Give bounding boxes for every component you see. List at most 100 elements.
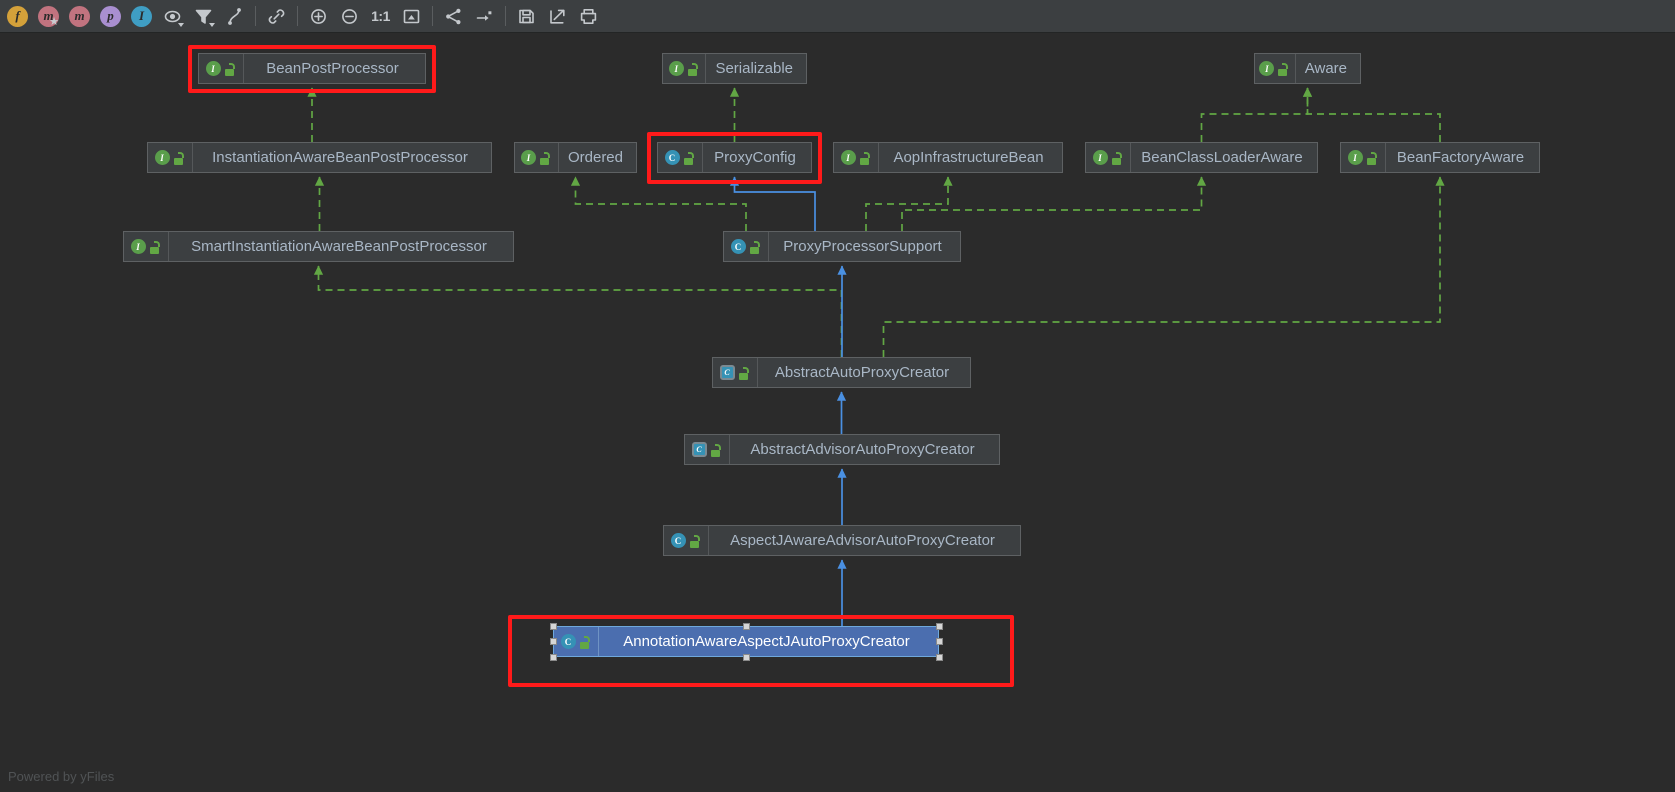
edge-implements-AbstractAutoProxyCreator-to-SmartInstantiationAwareBeanPostProcessor[interactable] xyxy=(313,265,843,357)
fit-content-icon[interactable] xyxy=(396,1,427,32)
resize-handle-nw[interactable] xyxy=(549,622,557,630)
edge-implements-ProxyProcessorSupport-to-BeanClassLoaderAware[interactable] xyxy=(901,176,1207,231)
chevron-down-icon xyxy=(209,22,215,27)
node-label: AspectJAwareAdvisorAutoProxyCreator xyxy=(730,532,995,549)
node-icon-gutter: I xyxy=(1255,54,1296,83)
zoom-out-icon[interactable] xyxy=(334,1,365,32)
interface-icon: I xyxy=(1347,150,1363,165)
visibility-scope-icon[interactable] xyxy=(157,1,188,32)
uml-node-Serializable[interactable]: I Serializable xyxy=(662,53,807,84)
edge-implements-BeanFactoryAware-to-Aware[interactable] xyxy=(1302,87,1441,142)
uml-node-BeanPostProcessor[interactable]: I BeanPostProcessor xyxy=(198,53,426,84)
actual-size-icon[interactable]: 1:1 xyxy=(365,1,396,32)
node-label: AnnotationAwareAspectJAutoProxyCreator xyxy=(623,633,910,650)
zoom-in-icon[interactable] xyxy=(303,1,334,32)
public-visibility-icon xyxy=(683,151,696,165)
uml-node-AopInfrastructureBean[interactable]: I AopInfrastructureBean xyxy=(833,142,1063,173)
uml-node-AnnotationAwareAspectJAutoProxyCreator[interactable]: C AnnotationAwareAspectJAutoProxyCreator xyxy=(553,626,939,657)
resize-handle-se[interactable] xyxy=(935,653,943,661)
node-label: BeanPostProcessor xyxy=(266,60,399,77)
diagram-canvas[interactable]: I BeanPostProcessor I Serializable I Aware I In… xyxy=(0,33,1675,792)
edge-implements-ProxyProcessorSupport-to-AopInfrastructureBean[interactable] xyxy=(865,176,953,231)
node-icon-gutter: C xyxy=(664,526,709,555)
star-badge-icon: ★ xyxy=(49,15,59,28)
layout-tree-icon[interactable] xyxy=(438,1,469,32)
uml-node-AbstractAutoProxyCreator[interactable]: C AbstractAutoProxyCreator xyxy=(712,357,971,388)
properties-filter-icon[interactable]: p xyxy=(95,1,126,32)
export-diagram-icon[interactable] xyxy=(542,1,573,32)
class-icon: C xyxy=(670,533,686,548)
resize-handle-e[interactable] xyxy=(935,638,943,645)
node-icon-gutter: C xyxy=(724,232,769,261)
resize-handle-s[interactable] xyxy=(742,653,750,661)
public-visibility-icon xyxy=(539,151,552,165)
node-label: AbstractAdvisorAutoProxyCreator xyxy=(750,441,975,458)
uml-node-InstantiationAwareBeanPostProcessor[interactable]: I InstantiationAwareBeanPostProcessor xyxy=(147,142,492,173)
export-diagram-icon-glyph xyxy=(550,9,565,24)
node-icon-gutter: I xyxy=(148,143,193,172)
interface-icon: I xyxy=(130,239,146,254)
uml-node-Aware[interactable]: I Aware xyxy=(1254,53,1361,84)
jump-to-node-icon[interactable] xyxy=(469,1,500,32)
node-icon-gutter: I xyxy=(124,232,169,261)
uml-node-ProxyConfig[interactable]: C ProxyConfig xyxy=(657,142,812,173)
node-label: BeanFactoryAware xyxy=(1396,149,1525,166)
public-visibility-icon xyxy=(1277,62,1290,76)
node-icon-gutter: I xyxy=(834,143,879,172)
edge-implements-BeanClassLoaderAware-to-Aware[interactable] xyxy=(1200,87,1313,142)
resize-handle-w[interactable] xyxy=(549,638,557,645)
properties-filter-icon-glyph: p xyxy=(100,5,121,27)
public-visibility-icon xyxy=(1366,151,1379,165)
interface-icon: I xyxy=(668,61,684,76)
resize-handle-n[interactable] xyxy=(742,622,750,630)
public-visibility-icon xyxy=(689,534,702,548)
node-label: InstantiationAwareBeanPostProcessor xyxy=(212,149,468,166)
zoom-out-icon-glyph xyxy=(342,8,357,24)
node-icon-gutter: I xyxy=(1086,143,1131,172)
uml-node-AbstractAdvisorAutoProxyCreator[interactable]: C AbstractAdvisorAutoProxyCreator xyxy=(684,434,1000,465)
methods-filter-icon[interactable]: m ★ xyxy=(33,1,64,32)
uml-node-Ordered[interactable]: I Ordered xyxy=(514,142,637,173)
print-diagram-icon-glyph xyxy=(580,8,597,24)
edge-implements-AbstractAutoProxyCreator-to-BeanFactoryAware[interactable] xyxy=(882,176,1445,357)
node-icon-gutter: I xyxy=(1341,143,1386,172)
resize-handle-ne[interactable] xyxy=(935,622,943,630)
members-filter-icon[interactable]: m xyxy=(64,1,95,32)
uml-node-SmartInstantiationAwareBeanPostProcessor[interactable]: I SmartInstantiationAwareBeanPostProcesso… xyxy=(123,231,514,262)
jump-to-node-icon-glyph xyxy=(476,10,492,21)
public-visibility-icon xyxy=(1111,151,1124,165)
abstract-class-icon: C xyxy=(719,365,735,380)
save-diagram-icon[interactable] xyxy=(511,1,542,32)
uml-node-BeanFactoryAware[interactable]: I BeanFactoryAware xyxy=(1340,142,1540,173)
uml-node-AspectJAwareAdvisorAutoProxyCreator[interactable]: C AspectJAwareAdvisorAutoProxyCreator xyxy=(663,525,1021,556)
uml-node-ProxyProcessorSupport[interactable]: C ProxyProcessorSupport xyxy=(723,231,961,262)
fit-content-icon-glyph xyxy=(403,9,420,23)
filter-funnel-icon[interactable] xyxy=(188,1,219,32)
yfiles-watermark: Powered by yFiles xyxy=(8,769,115,784)
show-dependencies-icon[interactable] xyxy=(261,1,292,32)
print-diagram-icon[interactable] xyxy=(573,1,604,32)
chevron-down-icon xyxy=(178,22,184,27)
node-icon-gutter: C xyxy=(658,143,703,172)
class-icon: C xyxy=(730,239,746,254)
uml-node-BeanClassLoaderAware[interactable]: I BeanClassLoaderAware xyxy=(1085,142,1318,173)
edge-layout-icon[interactable] xyxy=(219,1,250,32)
save-diagram-icon-glyph xyxy=(519,9,534,23)
node-icon-gutter: I xyxy=(663,54,707,83)
node-label: SmartInstantiationAwareBeanPostProcessor xyxy=(191,238,487,255)
public-visibility-icon xyxy=(149,240,162,254)
zoom-in-icon-glyph xyxy=(311,8,326,24)
actual-size-icon-glyph: 1:1 xyxy=(371,8,390,24)
edge-implements-ProxyProcessorSupport-to-Ordered[interactable] xyxy=(570,176,747,231)
fields-filter-icon[interactable]: f xyxy=(2,1,33,32)
node-icon-gutter: I xyxy=(199,54,244,83)
node-icon-gutter: C xyxy=(713,358,758,387)
node-label: ProxyProcessorSupport xyxy=(783,238,942,255)
public-visibility-icon xyxy=(224,62,237,76)
node-label: Aware xyxy=(1304,60,1347,77)
node-icon-gutter: I xyxy=(515,143,559,172)
node-label: ProxyConfig xyxy=(714,149,796,166)
inner-classes-filter-icon[interactable]: I xyxy=(126,1,157,32)
resize-handle-sw[interactable] xyxy=(549,653,557,661)
fields-filter-icon-glyph: f xyxy=(7,5,28,27)
